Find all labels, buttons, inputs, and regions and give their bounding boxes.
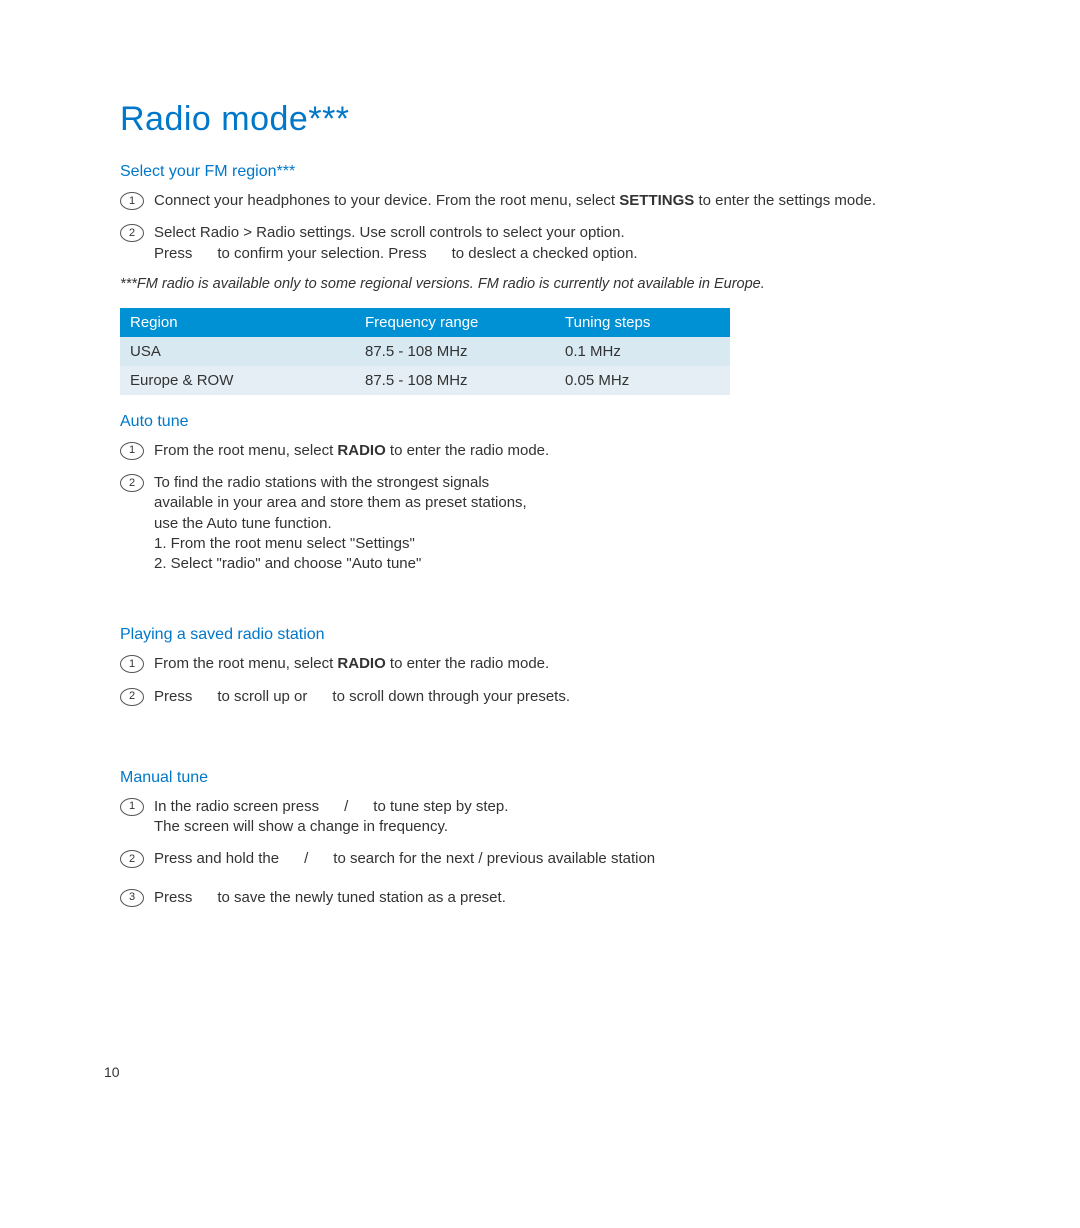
section-heading-playing: Playing a saved radio station	[120, 626, 960, 644]
manual-step-3: 3 Press to save the newly tuned station …	[120, 888, 960, 908]
manual-step-2: 2 Press and hold the / to search for the…	[120, 849, 960, 869]
step-text: From the root menu, select RADIO to ente…	[154, 441, 960, 461]
step-number-icon: 1	[120, 442, 144, 460]
auto-tune-step-1: 1 From the root menu, select RADIO to en…	[120, 441, 960, 461]
step-number-icon: 2	[120, 474, 144, 492]
step-number-icon: 3	[120, 889, 144, 907]
step-text: From the root menu, select RADIO to ente…	[154, 654, 960, 674]
manual-step-1: 1 In the radio screen press / to tune st…	[120, 797, 960, 838]
step-text: Press to save the newly tuned station as…	[154, 888, 960, 908]
step-text: Select Radio > Radio settings. Use scrol…	[154, 223, 960, 264]
step-number-icon: 1	[120, 192, 144, 210]
page-number: 10	[104, 1064, 120, 1080]
th-frequency: Frequency range	[355, 308, 555, 337]
manual-page: Radio mode*** Select your FM region*** 1…	[0, 0, 1080, 1228]
th-tuning: Tuning steps	[555, 308, 730, 337]
step-number-icon: 2	[120, 224, 144, 242]
section-heading-auto-tune: Auto tune	[120, 413, 960, 431]
step-number-icon: 1	[120, 655, 144, 673]
page-title: Radio mode***	[120, 100, 960, 139]
th-region: Region	[120, 308, 355, 337]
playing-step-1: 1 From the root menu, select RADIO to en…	[120, 654, 960, 674]
auto-tune-step-2: 2 To find the radio stations with the st…	[120, 473, 960, 574]
fm-region-steps: 1 Connect your headphones to your device…	[120, 191, 960, 264]
step-number-icon: 2	[120, 850, 144, 868]
frequency-table: Region Frequency range Tuning steps USA …	[120, 308, 730, 395]
step-text: Connect your headphones to your device. …	[154, 191, 960, 211]
table-row: USA 87.5 - 108 MHz 0.1 MHz	[120, 337, 730, 366]
section-heading-manual: Manual tune	[120, 769, 960, 787]
fm-availability-note: ***FM radio is available only to some re…	[120, 276, 960, 292]
fm-region-step-1: 1 Connect your headphones to your device…	[120, 191, 960, 211]
section-heading-fm-region: Select your FM region***	[120, 163, 960, 181]
step-text: In the radio screen press / to tune step…	[154, 797, 960, 838]
step-text: Press and hold the / to search for the n…	[154, 849, 960, 869]
step-number-icon: 1	[120, 798, 144, 816]
step-number-icon: 2	[120, 688, 144, 706]
step-text: To find the radio stations with the stro…	[154, 473, 960, 574]
auto-tune-steps: 1 From the root menu, select RADIO to en…	[120, 441, 960, 575]
step-text: Press to scroll up or to scroll down thr…	[154, 687, 960, 707]
fm-region-step-2: 2 Select Radio > Radio settings. Use scr…	[120, 223, 960, 264]
playing-step-2: 2 Press to scroll up or to scroll down t…	[120, 687, 960, 707]
playing-steps: 1 From the root menu, select RADIO to en…	[120, 654, 960, 707]
table-header-row: Region Frequency range Tuning steps	[120, 308, 730, 337]
table-row: Europe & ROW 87.5 - 108 MHz 0.05 MHz	[120, 366, 730, 395]
manual-steps: 1 In the radio screen press / to tune st…	[120, 797, 960, 908]
